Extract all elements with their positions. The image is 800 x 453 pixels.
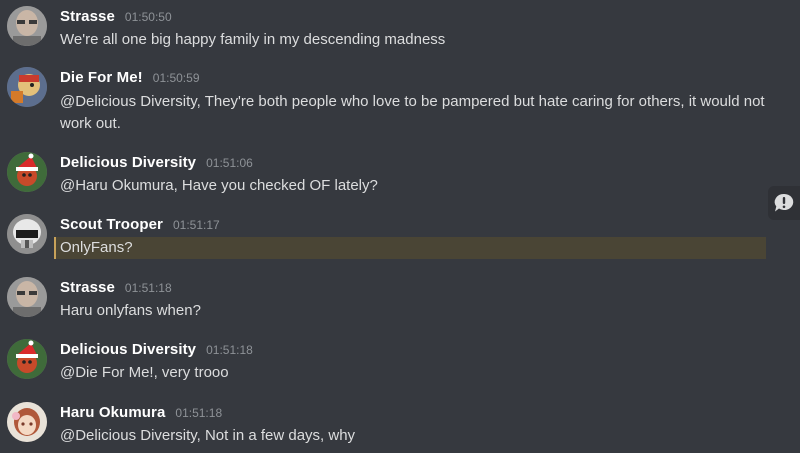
message-text: Haru onlyfans when?	[60, 302, 201, 319]
santa-hat-character-avatar[interactable]	[7, 152, 47, 192]
timestamp: 01:51:17	[172, 218, 220, 232]
message-text: @Delicious Diversity, Not in a few days,…	[60, 427, 356, 444]
author-name[interactable]: Delicious Diversity	[60, 341, 196, 358]
speech-bubble-button[interactable]	[768, 186, 800, 220]
author-name[interactable]: Scout Trooper	[60, 216, 163, 233]
author-name[interactable]: Haru Okumura	[60, 404, 165, 421]
author-name[interactable]: Delicious Diversity	[60, 154, 196, 171]
author-name[interactable]: Die For Me!	[60, 69, 143, 86]
timestamp: 01:50:59	[152, 71, 200, 85]
message-text: OnlyFans?	[54, 237, 766, 259]
speech-bubble-icon	[768, 193, 800, 224]
author-name[interactable]: Strasse	[60, 8, 115, 25]
chat-messages[interactable]: Strasse 01:50:50 We're all one big happy …	[0, 0, 800, 453]
timestamp: 01:51:18	[124, 281, 172, 295]
message-text: @Delicious Diversity, They're both peopl…	[60, 93, 765, 132]
santa-hat-character-avatar[interactable]	[7, 339, 47, 379]
timestamp: 01:50:50	[124, 10, 172, 24]
timestamp: 01:51:18	[175, 406, 223, 420]
message-text: @Haru Okumura, Have you checked OF latel…	[60, 177, 378, 194]
message-text: @Die For Me!, very trooo	[60, 364, 229, 381]
anime-girl-avatar[interactable]	[7, 402, 47, 442]
scout-trooper-helmet-avatar[interactable]	[7, 214, 47, 254]
cartoon-character-avatar[interactable]	[7, 67, 47, 107]
man-glasses-avatar[interactable]	[7, 277, 47, 317]
timestamp: 01:51:06	[206, 156, 253, 170]
man-glasses-avatar[interactable]	[7, 6, 47, 46]
message-text: We're all one big happy family in my des…	[60, 31, 446, 48]
author-name[interactable]: Strasse	[60, 279, 115, 296]
timestamp: 01:51:18	[206, 343, 253, 357]
